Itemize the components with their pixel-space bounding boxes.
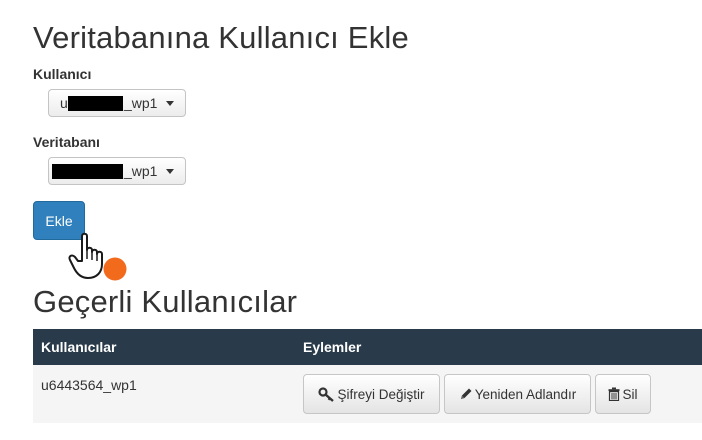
database-select[interactable]: _wp1	[48, 157, 186, 185]
change-password-button[interactable]: Şifreyi Değiştir	[303, 374, 440, 414]
delete-label: Sil	[622, 386, 638, 402]
user-select[interactable]: u _wp1	[48, 89, 186, 117]
chevron-down-icon	[166, 101, 174, 106]
section-title: Geçerli Kullanıcılar	[33, 284, 298, 319]
user-select-prefix: u	[60, 95, 68, 111]
redaction-bar	[68, 96, 123, 111]
database-label: Veritabanı	[33, 134, 100, 150]
users-table: Kullanıcılar Eylemler u6443564_wp1 Şifre…	[33, 329, 702, 423]
page-title: Veritabanına Kullanıcı Ekle	[33, 20, 409, 55]
column-header-users: Kullanıcılar	[41, 339, 117, 355]
table-row: u6443564_wp1 Şifreyi Değiştir Yeniden Ad…	[33, 365, 702, 423]
pencil-icon	[459, 387, 473, 401]
redaction-bar	[52, 164, 123, 179]
table-header: Kullanıcılar Eylemler	[33, 329, 702, 365]
user-select-suffix: _wp1	[124, 95, 158, 111]
rename-button[interactable]: Yeniden Adlandır	[444, 374, 591, 414]
chevron-down-icon	[166, 169, 174, 174]
key-icon	[318, 386, 335, 402]
trash-icon	[608, 387, 620, 401]
rename-label: Yeniden Adlandır	[474, 386, 577, 402]
column-header-actions: Eylemler	[303, 339, 362, 355]
db-user-name: u6443564_wp1	[41, 377, 137, 393]
delete-button[interactable]: Sil	[595, 374, 651, 414]
user-label: Kullanıcı	[33, 66, 92, 82]
change-password-label: Şifreyi Değiştir	[337, 386, 425, 402]
database-select-suffix: _wp1	[124, 163, 158, 179]
hand-pointer-icon	[68, 232, 132, 289]
click-marker	[103, 257, 127, 281]
